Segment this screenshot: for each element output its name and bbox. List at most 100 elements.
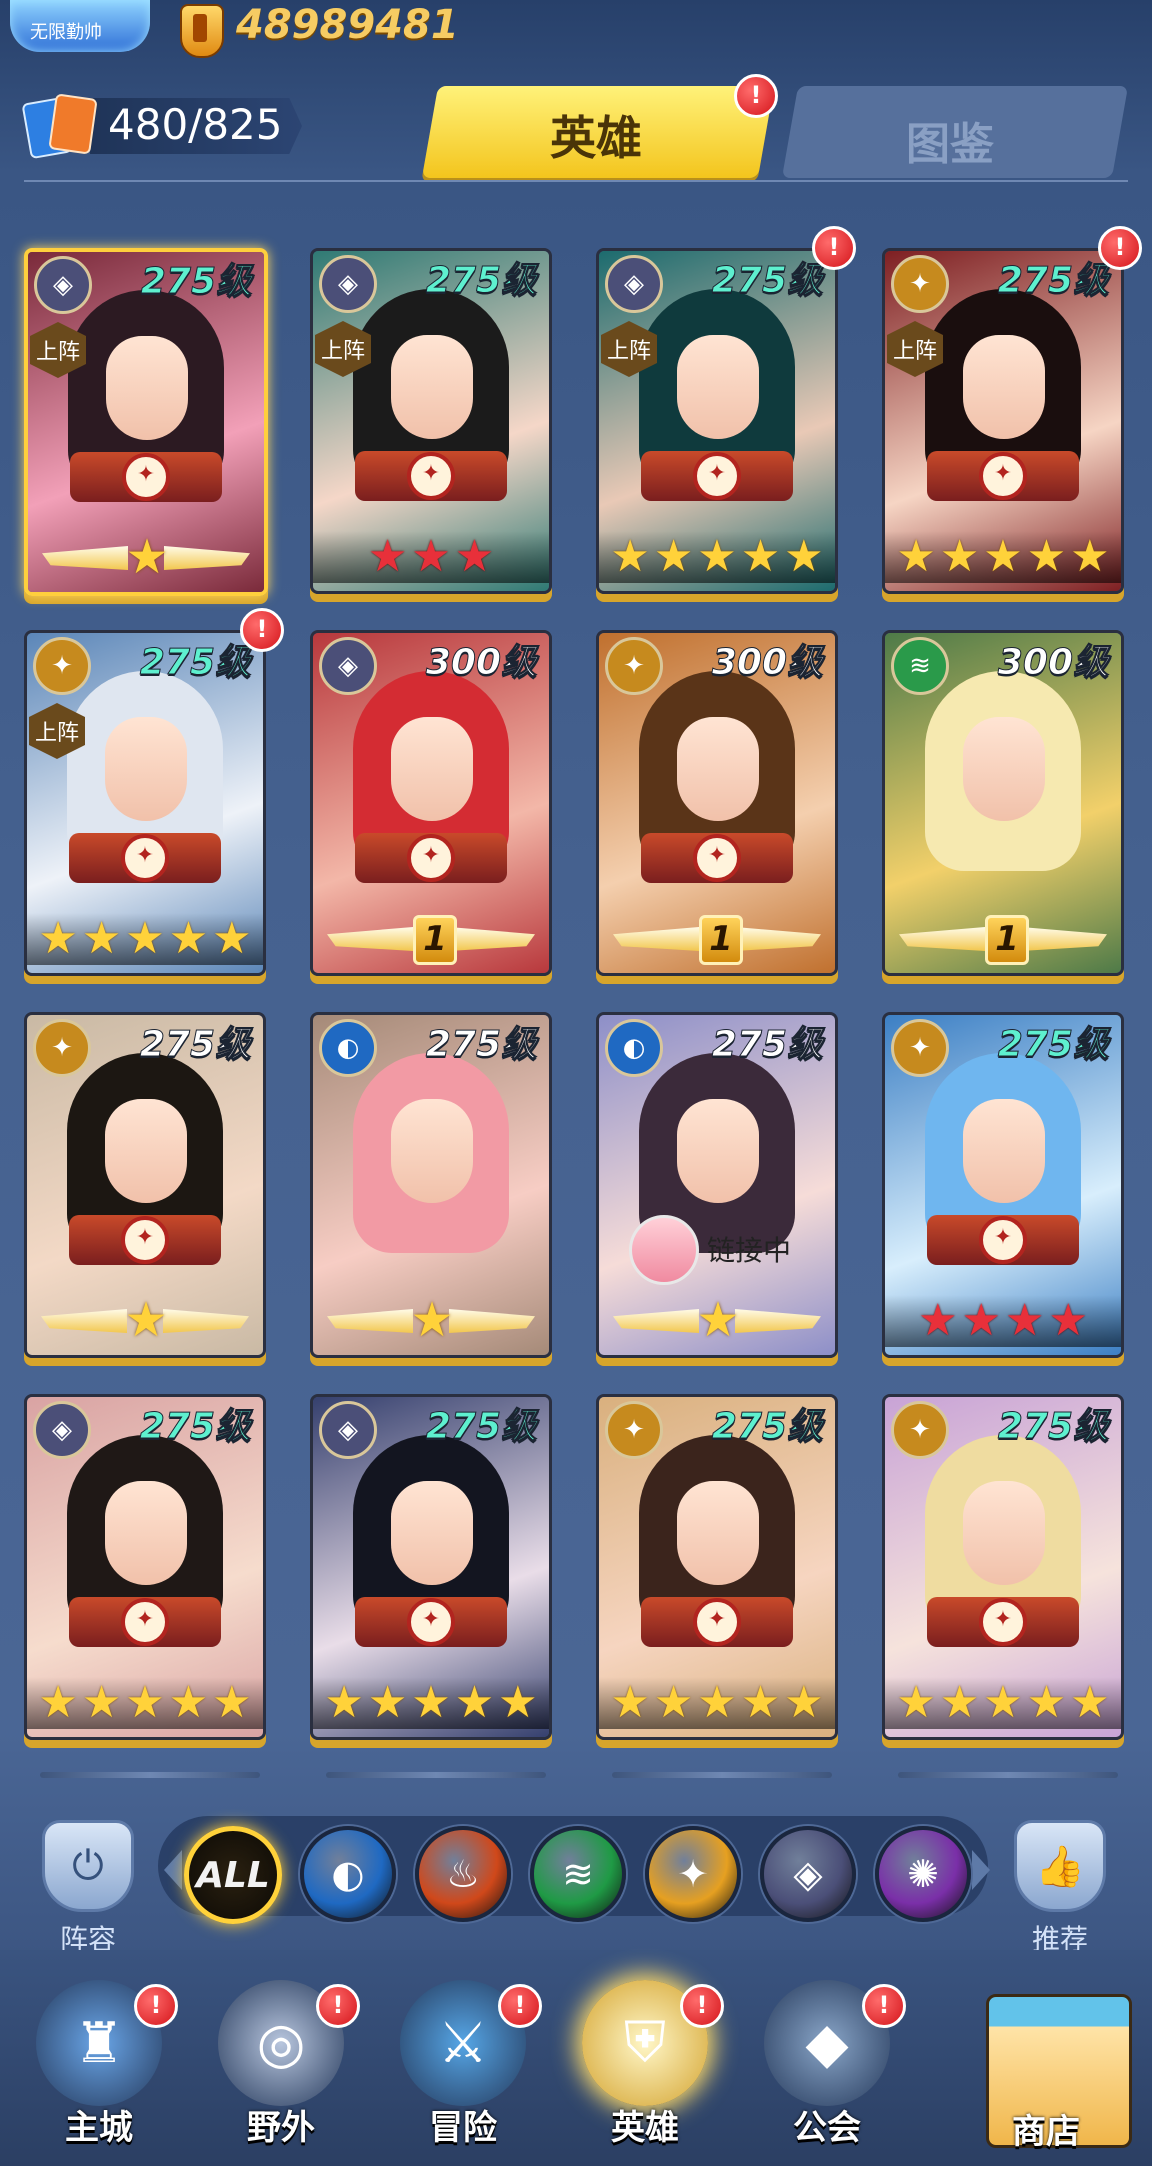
hero-card[interactable]: ◈ 275级 上阵 ✦ ★ — [24, 248, 268, 596]
faction-light-icon: ✦ — [891, 255, 949, 313]
nav-label: 主城 — [65, 2108, 133, 2148]
tab-heroes-alert-icon: ! — [734, 74, 778, 118]
rank-title: 无限勤帅 — [30, 22, 102, 43]
star-icon: ★ — [411, 1677, 451, 1728]
filter-shadow-icon[interactable]: ◈ — [760, 1826, 856, 1922]
rank-wings-icon: 1 — [899, 913, 1107, 967]
star-icon: ★ — [983, 531, 1023, 582]
hero-emblem-dragon-icon: ✦ — [641, 1597, 793, 1647]
hero-face — [963, 1099, 1045, 1203]
hero-card[interactable]: ◈ 275级 ✦ ★ ★ ★ ★ ★ — [24, 1394, 266, 1740]
filter-water-icon[interactable]: ◐ — [300, 1826, 396, 1922]
hero-level: 300级 — [711, 642, 823, 684]
star-icon: ★ — [939, 531, 980, 582]
hero-level: 275级 — [140, 261, 252, 303]
hero-card[interactable]: ◈ 275级 上阵 ✦ ★ ★ ★ ★ ★ — [596, 248, 838, 594]
link-status: 链接中 — [629, 1215, 829, 1285]
row-divider — [612, 1772, 832, 1778]
star-icon: ★ — [367, 1677, 408, 1728]
lineup-button[interactable]: ⏻ 阵容 — [38, 1820, 138, 1958]
star-icon: ★ — [939, 1677, 980, 1728]
hero-card[interactable]: ✦ 275级 ✦ ★ ★ ★ ★ ★ — [882, 1394, 1124, 1740]
hero-level: 275级 — [139, 1406, 251, 1448]
filter-right-arrow-icon[interactable] — [972, 1850, 990, 1890]
lineup-shield-icon: ⏻ — [42, 1820, 134, 1912]
star-icon: ★ — [454, 1677, 495, 1728]
hero-card[interactable]: ✦ 275级 上阵 ✦ ★ ★ ★ ★ ★ — [882, 248, 1124, 594]
hero-emblem-cross-red-icon: ✦ — [69, 1215, 221, 1265]
hero-face — [391, 1099, 473, 1203]
filter-light-icon[interactable]: ✦ — [645, 1826, 741, 1922]
linked-hero-avatar — [629, 1215, 699, 1285]
hero-card[interactable]: ✦ 275级 ✦ ★ ★ ★ ★ ★ — [596, 1394, 838, 1740]
hero-face — [391, 717, 473, 821]
star-icon: ★ — [1005, 1295, 1045, 1346]
star-icon: ★ — [410, 1292, 454, 1348]
hero-card[interactable]: ✦ 275级 ✦ ★ — [24, 1012, 266, 1358]
link-status-label: 链接中 — [707, 1234, 792, 1267]
hero-face — [106, 336, 188, 440]
recommend-button[interactable]: 👍 推荐 — [1010, 1820, 1110, 1958]
hero-level: 300级 — [425, 642, 537, 684]
hero-alert-icon: ! — [1098, 226, 1142, 270]
hero-card[interactable]: ◐ 275级 ★ — [310, 1012, 552, 1358]
hero-level: 275级 — [711, 260, 823, 302]
star-icon: ★ — [918, 1295, 958, 1346]
star-rating: ★ ★ ★ ★ ★ — [599, 1677, 835, 1729]
filter-left-arrow-icon[interactable] — [164, 1850, 182, 1890]
row-divider — [326, 1772, 546, 1778]
hero-card[interactable]: ✦ 275级 ✦ ★ ★ ★ ★ — [882, 1012, 1124, 1358]
hero-cards-icon — [21, 92, 98, 160]
hero-emblem-flower-icon: ✦ — [69, 1597, 221, 1647]
hero-card[interactable]: ✦ 275级 上阵 ✦ ★ ★ ★ ★ ★ — [24, 630, 266, 976]
star-rating: ★ ★ ★ ★ ★ — [27, 1677, 263, 1729]
star-icon: ★ — [124, 1292, 168, 1348]
hero-level: 275级 — [139, 1024, 251, 1066]
star-icon: ★ — [367, 531, 408, 582]
filter-fire-icon[interactable]: ♨ — [415, 1826, 511, 1922]
star-icon: ★ — [125, 1677, 165, 1728]
nav-alert-icon: ! — [316, 1984, 360, 2028]
faction-light-icon: ✦ — [891, 1401, 949, 1459]
star-icon: ★ — [610, 531, 650, 582]
star-icon: ★ — [125, 529, 169, 585]
star-icon: ★ — [454, 531, 495, 582]
filter-all-button[interactable]: ALL — [184, 1826, 282, 1924]
star-icon: ★ — [498, 1677, 538, 1728]
hero-level: 275级 — [425, 1406, 537, 1448]
faction-shadow-icon: ◈ — [319, 255, 377, 313]
nav-alert-icon: ! — [680, 1984, 724, 2028]
hero-face — [677, 335, 759, 439]
rank-wings-icon: 1 — [613, 913, 821, 967]
hero-card[interactable]: ◈ 300级 ✦ 1 — [310, 630, 552, 976]
hero-emblem-cross-icon: ✦ — [927, 1215, 1079, 1265]
star-icon: ★ — [1026, 531, 1067, 582]
faction-water-icon: ◐ — [605, 1019, 663, 1077]
star-icon: ★ — [740, 1677, 781, 1728]
hero-card[interactable]: ◈ 275级 ✦ ★ ★ ★ ★ ★ — [310, 1394, 552, 1740]
hero-count: 480/825 — [108, 100, 283, 149]
star-icon: ★ — [1048, 1295, 1088, 1346]
hero-level: 275级 — [711, 1024, 823, 1066]
hero-level: 275级 — [711, 1406, 823, 1448]
hero-card[interactable]: ◐ 275级链接中 ★ — [596, 1012, 838, 1358]
filter-arcane-icon[interactable]: ✺ — [875, 1826, 971, 1922]
tab-heroes-label: 英雄 — [550, 111, 642, 165]
hero-face — [963, 717, 1045, 821]
hero-card[interactable]: ◈ 275级 上阵 ✦ ★ ★ ★ — [310, 248, 552, 594]
star-icon: ★ — [653, 531, 694, 582]
awaken-level: 1 — [985, 915, 1029, 965]
hero-level: 275级 — [425, 1024, 537, 1066]
hero-face — [105, 1099, 187, 1203]
star-icon: ★ — [411, 531, 451, 582]
star-icon: ★ — [1070, 531, 1110, 582]
hero-card[interactable]: ✦ 300级 ✦ 1 — [596, 630, 838, 976]
hero-card[interactable]: ≋ 300级 1 — [882, 630, 1124, 976]
hero-emblem-dragon-icon: ✦ — [927, 451, 1079, 501]
filter-wind-icon[interactable]: ≋ — [530, 1826, 626, 1922]
hero-level: 275级 — [139, 642, 251, 684]
rank-wings-icon: ★ — [613, 1295, 821, 1349]
nav-alert-icon: ! — [862, 1984, 906, 2028]
hero-face — [391, 1481, 473, 1585]
star-icon: ★ — [961, 1295, 1001, 1346]
